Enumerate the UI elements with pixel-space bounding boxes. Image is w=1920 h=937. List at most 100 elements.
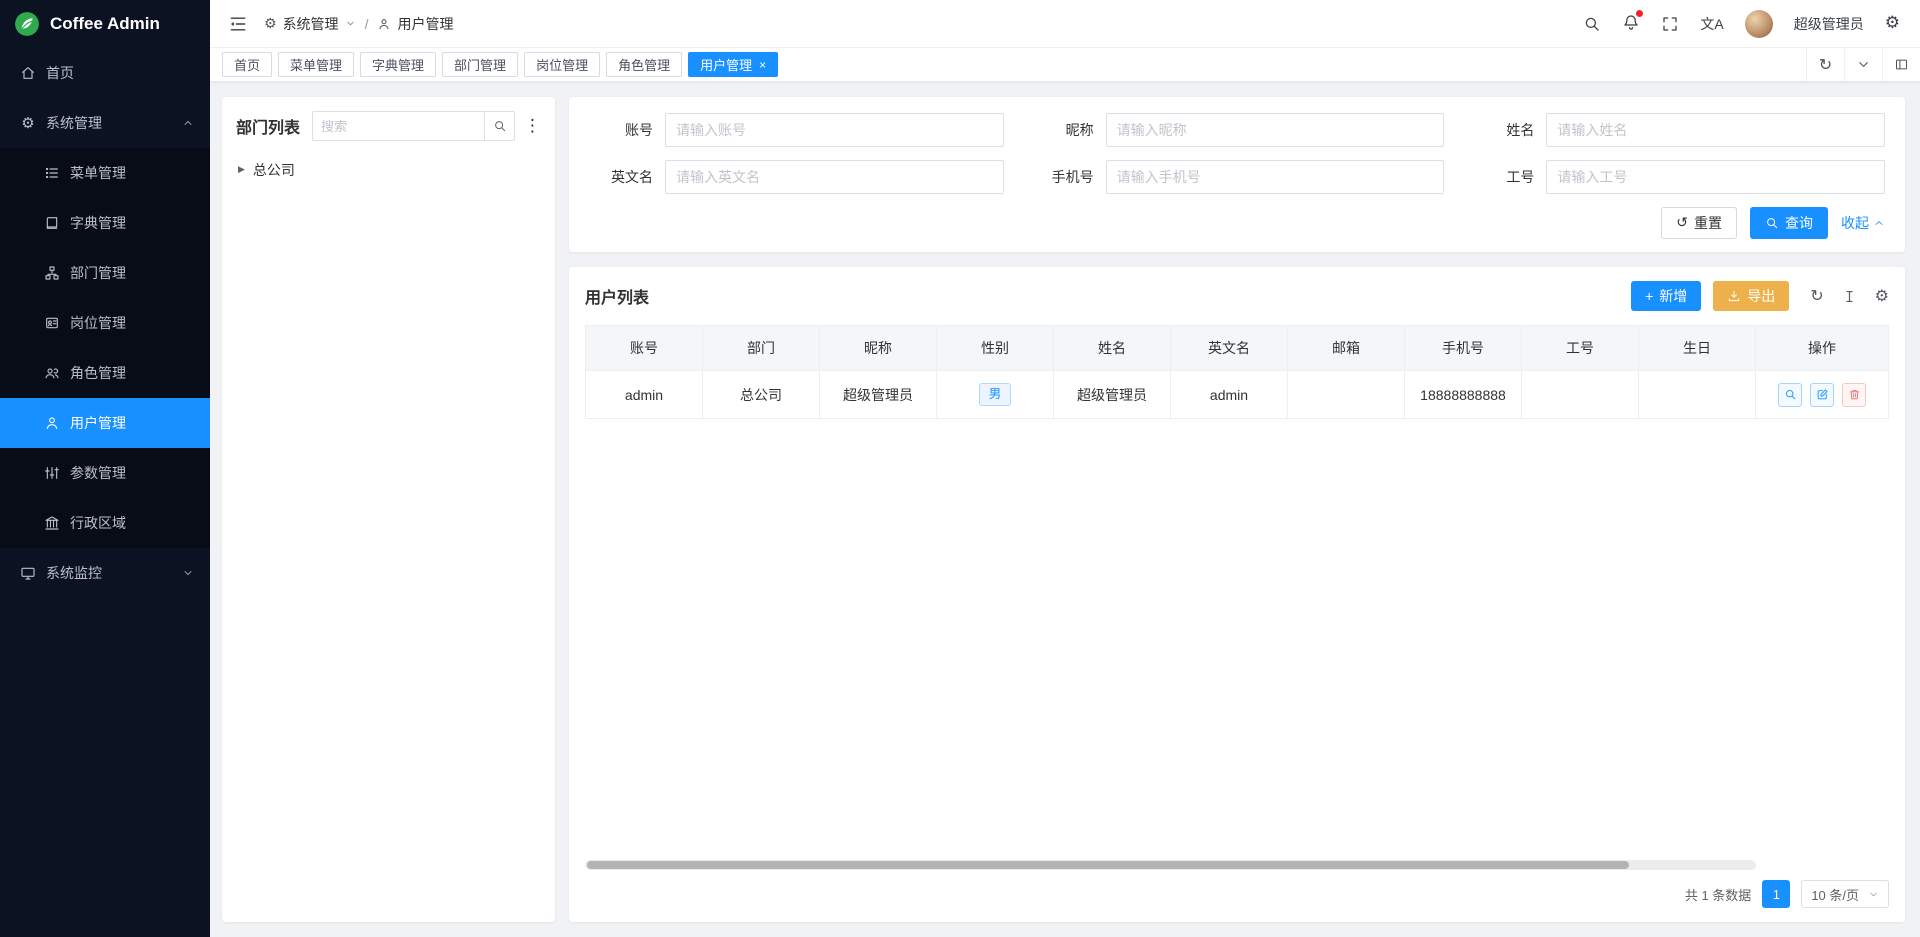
sidebar-item-param-mgmt[interactable]: 参数管理	[0, 448, 210, 498]
collapse-filter-link[interactable]: 收起	[1841, 213, 1885, 233]
tab-label: 字典管理	[372, 55, 424, 74]
tab-label: 菜单管理	[290, 55, 342, 74]
filter-field-name: 姓名	[1470, 113, 1885, 147]
cell-en-name: admin	[1171, 371, 1288, 419]
filter-field-phone: 手机号	[1030, 160, 1445, 194]
sliders-icon	[44, 465, 60, 481]
tab-label: 部门管理	[454, 55, 506, 74]
org-tree-icon	[44, 265, 60, 281]
person-icon	[44, 415, 60, 431]
chevron-down-icon	[1856, 57, 1871, 72]
tab-dict-mgmt[interactable]: 字典管理	[360, 52, 436, 77]
column-settings-gear-icon[interactable]: ⚙	[1875, 288, 1889, 304]
phone-input[interactable]	[1106, 160, 1445, 194]
job-no-input[interactable]	[1546, 160, 1885, 194]
layout-toggle-button[interactable]	[1882, 48, 1920, 81]
col-operations: 操作	[1756, 326, 1889, 371]
user-list-card: 用户列表 + 新增 导出 ↻	[569, 267, 1905, 922]
en-name-input[interactable]	[665, 160, 1004, 194]
sidebar-item-dept-mgmt[interactable]: 部门管理	[0, 248, 210, 298]
collapse-sidebar-icon[interactable]	[228, 14, 248, 34]
username[interactable]: 超级管理员	[1794, 14, 1864, 34]
tree-expand-icon[interactable]: ▶	[238, 165, 245, 175]
sidebar-item-label: 系统管理	[46, 113, 102, 133]
tab-home[interactable]: 首页	[222, 52, 272, 77]
delete-button[interactable]	[1842, 383, 1866, 407]
edit-button[interactable]	[1810, 383, 1834, 407]
tab-menu-dropdown[interactable]	[1844, 48, 1882, 81]
cell-name: 超级管理员	[1054, 371, 1171, 419]
chevron-up-icon	[1873, 217, 1885, 229]
refresh-tab-button[interactable]: ↻	[1806, 48, 1844, 81]
sidebar-item-system[interactable]: ⚙ 系统管理	[0, 98, 210, 148]
department-panel-title: 部门列表	[236, 114, 300, 138]
sidebar-item-user-mgmt[interactable]: 用户管理	[0, 398, 210, 448]
filter-card: 账号 昵称 姓名 英文名	[569, 97, 1905, 252]
sidebar-item-home[interactable]: 首页	[0, 48, 210, 98]
horizontal-scrollbar[interactable]	[585, 860, 1756, 870]
page-size-select[interactable]: 10 条/页	[1801, 880, 1889, 908]
sidebar-item-label: 角色管理	[70, 363, 126, 383]
fullscreen-icon[interactable]	[1661, 15, 1679, 33]
tree-node-root[interactable]: ▶ 总公司	[236, 155, 541, 185]
tab-dept-mgmt[interactable]: 部门管理	[442, 52, 518, 77]
department-tree: ▶ 总公司	[236, 155, 541, 185]
search-button[interactable]: 查询	[1750, 207, 1828, 239]
field-label: 姓名	[1470, 120, 1534, 140]
page-1-button[interactable]: 1	[1762, 880, 1790, 908]
tab-role-mgmt[interactable]: 角色管理	[606, 52, 682, 77]
sidebar-item-label: 首页	[46, 63, 74, 83]
more-options-icon[interactable]: ⋮	[524, 118, 541, 135]
scrollbar-thumb[interactable]	[587, 861, 1629, 869]
field-label: 工号	[1470, 167, 1534, 187]
department-search-button[interactable]	[484, 112, 514, 140]
layout-icon	[1894, 57, 1909, 72]
cell-phone: 18888888888	[1405, 371, 1522, 419]
pagination: 共 1 条数据 1 10 条/页	[585, 880, 1889, 908]
tab-post-mgmt[interactable]: 岗位管理	[524, 52, 600, 77]
add-user-button[interactable]: + 新增	[1631, 281, 1701, 311]
chevron-down-icon	[182, 567, 194, 579]
name-input[interactable]	[1546, 113, 1885, 147]
monitor-icon	[20, 565, 36, 581]
department-search-box	[312, 111, 515, 141]
sidebar-item-label: 系统监控	[46, 563, 102, 583]
col-birthday: 生日	[1639, 326, 1756, 371]
breadcrumb: ⚙ 系统管理 / 用户管理	[264, 14, 453, 34]
language-icon[interactable]: 文A	[1700, 14, 1723, 34]
field-label: 英文名	[589, 167, 653, 187]
tab-close-icon[interactable]: ×	[759, 59, 766, 71]
table-row[interactable]: admin 总公司 超级管理员 男 超级管理员 admin 1888888888…	[586, 371, 1889, 419]
settings-gear-icon[interactable]: ⚙	[1885, 15, 1900, 32]
tab-user-mgmt[interactable]: 用户管理 ×	[688, 52, 778, 77]
download-icon	[1727, 289, 1741, 303]
sidebar-item-role-mgmt[interactable]: 角色管理	[0, 348, 210, 398]
tree-node-label: 总公司	[253, 160, 295, 180]
sidebar-item-label: 部门管理	[70, 263, 126, 283]
sidebar-item-region-mgmt[interactable]: 行政区域	[0, 498, 210, 548]
tab-menu-mgmt[interactable]: 菜单管理	[278, 52, 354, 77]
col-gender: 性别	[937, 326, 1054, 371]
account-input[interactable]	[665, 113, 1004, 147]
sidebar-item-menu-mgmt[interactable]: 菜单管理	[0, 148, 210, 198]
view-button[interactable]	[1778, 383, 1802, 407]
department-search-input[interactable]	[313, 112, 484, 140]
cell-job-no	[1522, 371, 1639, 419]
avatar[interactable]	[1745, 10, 1773, 38]
sidebar-item-post-mgmt[interactable]: 岗位管理	[0, 298, 210, 348]
search-icon[interactable]	[1583, 15, 1601, 33]
reset-icon: ↺	[1676, 216, 1688, 230]
cell-operations	[1756, 371, 1889, 419]
export-button[interactable]: 导出	[1713, 281, 1789, 311]
filter-actions: ↺ 重置 查询 收起	[589, 207, 1885, 239]
refresh-icon[interactable]: ↻	[1810, 288, 1823, 304]
search-icon	[1765, 216, 1779, 230]
row-density-icon[interactable]	[1841, 288, 1858, 305]
nickname-input[interactable]	[1106, 113, 1445, 147]
notifications-button[interactable]	[1622, 13, 1640, 34]
sidebar-item-monitor[interactable]: 系统监控	[0, 548, 210, 598]
breadcrumb-item-system[interactable]: ⚙ 系统管理	[264, 14, 356, 34]
col-en-name: 英文名	[1171, 326, 1288, 371]
sidebar-item-dict-mgmt[interactable]: 字典管理	[0, 198, 210, 248]
reset-button[interactable]: ↺ 重置	[1661, 207, 1737, 239]
